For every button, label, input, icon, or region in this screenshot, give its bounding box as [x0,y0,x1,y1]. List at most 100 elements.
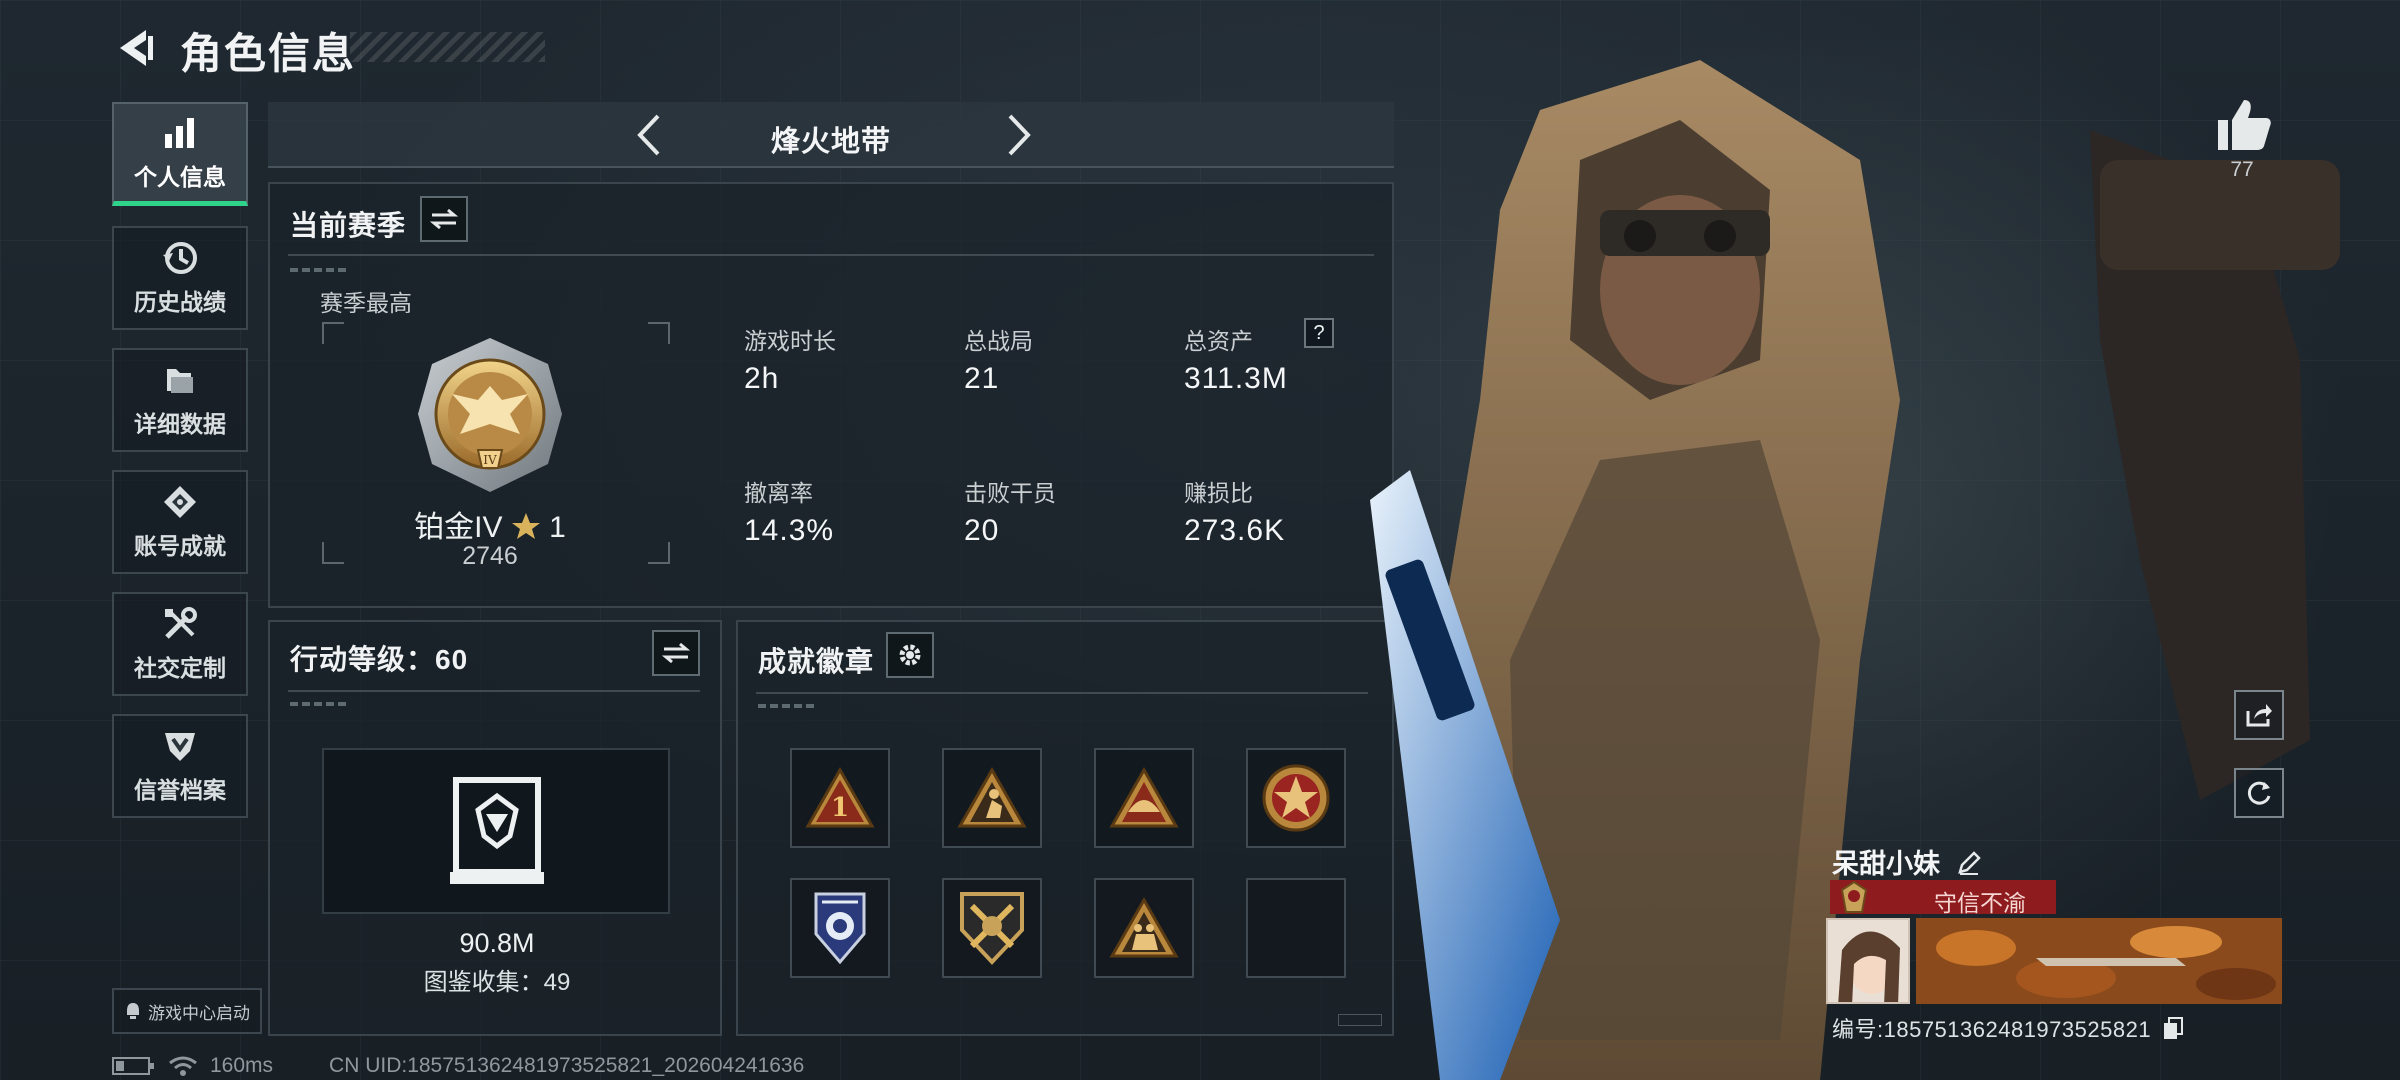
player-title: 守信不渝 [1934,890,2026,916]
decor-dash [758,704,818,708]
collection-count: 图鉴收集：49 [423,969,571,996]
action-level-panel: 行动等级：60 90.8M 图鉴收集：49 [268,620,722,1036]
stat-value-total-matches: 21 [964,362,1000,395]
sidebar-item-label: 详细数据 [134,411,226,437]
sidebar-item-label: 历史战绩 [134,289,226,315]
player-name: 呆甜小妹 [1832,842,1982,881]
stat-label-extraction-rate: 撤离率 [744,480,813,506]
rank-1-badge-icon: 1 [805,766,875,828]
sidebar-item-details[interactable]: 详细数据 [112,348,248,452]
decor-dash [290,268,350,272]
avatar-portrait [1828,920,1908,1002]
bell-icon [127,1003,139,1019]
ping-text: 160ms [210,1054,274,1077]
badge-slot[interactable] [942,878,1042,978]
frame-corner [648,322,670,344]
divider [756,692,1368,694]
title-decoration [350,32,545,62]
stat-label-profit-ratio: 赚损比 [1184,480,1253,506]
shield-icon [165,733,195,761]
game-center-launch-button[interactable]: 游戏中心启动 [112,988,262,1034]
rank-name: 铂金IV [414,511,503,544]
switch-season-button[interactable] [420,196,468,242]
current-season-panel: 当前赛季 赛季最高 IV 铂金IV 1 2746 游戏时长 2h 总战局 21 … [268,182,1394,608]
folder-icon [167,369,193,393]
stat-label-play-time: 游戏时长 [744,328,836,354]
bar-chart-icon [165,117,194,148]
wifi-icon [169,1056,197,1076]
platinum-rank-emblem: IV [418,338,562,492]
star-icon [511,513,540,539]
mode-name: 烽火地带 [770,126,891,158]
sidebar-item-label: 信誉档案 [134,777,226,803]
edit-pencil-icon[interactable] [1956,850,1982,876]
sidebar-item-history[interactable]: 历史战绩 [112,226,248,330]
tools-icon [165,607,197,639]
badge-slot[interactable] [1094,748,1194,848]
rank-stars: 1 [549,511,566,544]
badge-slot[interactable] [1094,878,1194,978]
share-icon [2246,704,2272,727]
history-clock-icon [163,242,197,274]
laurel-badge-icon [1840,880,1868,913]
switch-level-button[interactable] [652,630,700,676]
sidebar-item-label: 社交定制 [134,655,226,681]
action-level-title: 行动等级：60 [290,644,469,675]
badge-settings-button[interactable] [886,632,934,678]
gear-icon [899,644,921,666]
collection-display[interactable] [322,748,670,914]
collection-case-icon [450,777,544,884]
stat-label-kills: 击败干员 [964,480,1056,506]
badge-slot[interactable]: 1 [790,748,890,848]
launch-label: 游戏中心启动 [148,1003,250,1023]
badges-title: 成就徽章 [758,646,875,677]
collection-value: 90.8M [459,928,535,958]
sidebar-item-achievements[interactable]: 账号成就 [112,470,248,574]
police-badge-icon [814,892,866,965]
divider [288,254,1374,256]
badge-slot[interactable] [790,878,890,978]
sidebar-item-personal-info[interactable]: 个人信息 [112,102,248,206]
refresh-button[interactable] [2234,768,2284,818]
stat-label-total-assets: 总资产 [1184,328,1253,354]
rank-points: 2746 [462,542,518,570]
mode-selector: 烽火地带 [268,102,1394,168]
frame-corner [648,542,670,564]
season-title: 当前赛季 [290,210,407,241]
frame-corner [322,322,344,344]
copy-icon[interactable] [2162,1017,2184,1041]
swap-arrows-icon [430,208,458,230]
back-arrow-icon[interactable] [108,22,160,74]
stat-value-profit-ratio: 273.6K [1184,514,1286,547]
player-banner [1916,918,2282,1004]
like-count: 77 [2230,158,2254,181]
swap-arrows-icon [662,642,690,664]
player-name-text: 呆甜小妹 [1832,849,1940,879]
crossed-guns-badge-icon [960,892,1024,965]
page-title: 角色信息 [180,30,357,77]
status-bar: 160ms CN UID:185751362481973525821_20260… [112,1054,804,1078]
player-id: 编号:185751362481973525821 [1832,1012,2184,1044]
svg-text:IV: IV [483,453,497,467]
stat-label-total-matches: 总战局 [964,328,1033,354]
sidebar-item-label: 账号成就 [134,533,226,559]
badge-slot[interactable] [942,748,1042,848]
medal-diamond-icon [164,486,196,518]
stat-value-play-time: 2h [744,362,780,395]
soldiers-badge-icon [1109,896,1179,958]
stat-value-kills: 20 [964,514,1000,547]
thumbs-up-icon[interactable] [2212,96,2272,152]
divider [288,690,700,692]
autumn-leaves-banner [1916,918,2282,1004]
sidebar-item-credit[interactable]: 信誉档案 [112,714,248,818]
climber-badge-icon [957,766,1027,828]
chevron-right-icon[interactable] [992,110,1042,160]
sidebar-item-social[interactable]: 社交定制 [112,592,248,696]
rank-line: 铂金IV 1 [330,502,650,546]
svg-text:1: 1 [831,793,849,823]
season-best-label: 赛季最高 [320,290,412,316]
player-id-text: 编号:185751362481973525821 [1832,1017,2152,1042]
player-avatar[interactable] [1826,918,1910,1004]
sidebar-item-label: 个人信息 [134,163,226,190]
share-button[interactable] [2234,690,2284,740]
